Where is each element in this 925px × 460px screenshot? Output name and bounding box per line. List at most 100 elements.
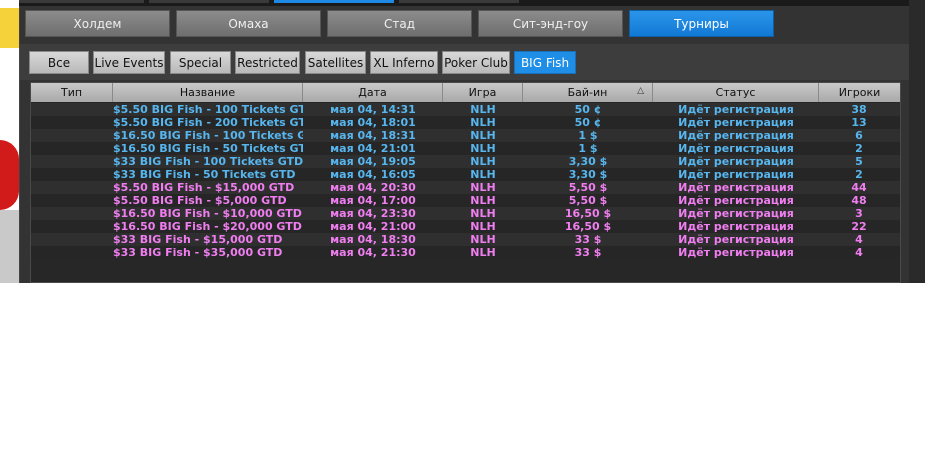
cell-game: NLH xyxy=(470,246,496,259)
filter-xl-inferno[interactable]: XL Inferno xyxy=(370,51,438,74)
column-header-buyin-label: Бай-ин xyxy=(567,86,608,99)
cell-buyin: 3,30 $ xyxy=(568,168,608,181)
cell-status: Идёт регистрация xyxy=(678,233,794,246)
cell-buyin: 50 ¢ xyxy=(574,103,602,116)
sort-ascending-icon: △ xyxy=(637,86,644,96)
column-header-date[interactable]: Дата xyxy=(303,83,443,102)
cell-players: 2 xyxy=(855,142,863,155)
cell-date: мая 04, 21:30 xyxy=(330,246,416,259)
table-header: Тип Название Дата Игра Бай-ин △ Статус И… xyxy=(31,83,900,102)
cell-buyin: 33 $ xyxy=(574,233,602,246)
cell-date: мая 04, 23:30 xyxy=(330,207,416,220)
table-row[interactable]: $16.50 BIG Fish - $10,000 GTD мая 04, 23:… xyxy=(31,207,900,220)
cell-buyin: 3,30 $ xyxy=(568,155,608,168)
tab-sit-and-go[interactable]: Сит-энд-гоу xyxy=(478,10,623,37)
table-row[interactable]: $33 BIG Fish - $35,000 GTD мая 04, 21:30 N… xyxy=(31,246,900,259)
cell-date: мая 04, 19:05 xyxy=(330,155,416,168)
cell-game: NLH xyxy=(470,233,496,246)
column-header-type[interactable]: Тип xyxy=(31,83,113,102)
column-header-name[interactable]: Название xyxy=(113,83,303,102)
cell-game: NLH xyxy=(470,168,496,181)
cell-buyin: 50 ¢ xyxy=(574,116,602,129)
filter-special[interactable]: Special xyxy=(170,51,231,74)
cell-status: Идёт регистрация xyxy=(678,129,794,142)
cell-name: $33 BIG Fish - 100 Tickets GTD xyxy=(113,155,303,168)
cell-players: 4 xyxy=(855,233,863,246)
cell-date: мая 04, 16:05 xyxy=(330,168,416,181)
cell-name: $16.50 BIG Fish - $10,000 GTD xyxy=(113,207,302,220)
cell-date: мая 04, 21:01 xyxy=(330,142,416,155)
cell-buyin: 1 $ xyxy=(578,142,598,155)
cell-buyin: 16,50 $ xyxy=(564,220,612,233)
cell-status: Идёт регистрация xyxy=(678,220,794,233)
top-nav-segment-active[interactable] xyxy=(274,0,394,3)
right-scroll-gutter[interactable] xyxy=(909,0,925,283)
banner-red-shape xyxy=(0,140,19,210)
filter-restricted[interactable]: Restricted xyxy=(235,51,300,74)
column-header-game[interactable]: Игра xyxy=(443,83,523,102)
table-row[interactable]: $5.50 BIG Fish - 200 Tickets GTD мая 04, … xyxy=(31,116,900,129)
tab-omaha[interactable]: Омаха xyxy=(176,10,321,37)
filter-big-fish[interactable]: BIG Fish xyxy=(514,51,576,74)
table-row[interactable]: $33 BIG Fish - $15,000 GTD мая 04, 18:30 N… xyxy=(31,233,900,246)
background-banner-strip xyxy=(0,0,19,283)
cell-date: мая 04, 14:31 xyxy=(330,103,416,116)
table-body: $5.50 BIG Fish - 100 Tickets GTD мая 04, … xyxy=(31,103,900,259)
cell-status: Идёт регистрация xyxy=(678,142,794,155)
cell-players: 13 xyxy=(851,116,867,129)
cell-buyin: 5,50 $ xyxy=(568,181,608,194)
cell-name: $5.50 BIG Fish - 100 Tickets GTD xyxy=(113,103,303,116)
filter-all[interactable]: Все xyxy=(29,51,89,74)
table-row[interactable]: $16.50 BIG Fish - 50 Tickets GTD мая 04, … xyxy=(31,142,900,155)
cell-players: 22 xyxy=(851,220,867,233)
cell-game: NLH xyxy=(470,129,496,142)
cell-name: $33 BIG Fish - $15,000 GTD xyxy=(113,233,283,246)
filter-poker-club[interactable]: Poker Club xyxy=(442,51,510,74)
table-row[interactable]: $16.50 BIG Fish - 100 Tickets G... мая 04… xyxy=(31,129,900,142)
banner-yellow-shape xyxy=(0,8,19,48)
cell-date: мая 04, 20:30 xyxy=(330,181,416,194)
cell-name: $5.50 BIG Fish - 200 Tickets GTD xyxy=(113,116,303,129)
filter-live-events[interactable]: Live Events xyxy=(93,51,165,74)
cell-game: NLH xyxy=(470,116,496,129)
table-row[interactable]: $16.50 BIG Fish - $20,000 GTD мая 04, 21:… xyxy=(31,220,900,233)
cell-game: NLH xyxy=(470,142,496,155)
column-header-players[interactable]: Игроки xyxy=(819,83,900,102)
tab-stud[interactable]: Стад xyxy=(327,10,472,37)
cell-players: 44 xyxy=(851,181,867,194)
cell-game: NLH xyxy=(470,194,496,207)
cell-players: 6 xyxy=(855,129,863,142)
column-header-buyin[interactable]: Бай-ин △ xyxy=(523,83,653,102)
filter-satellites[interactable]: Satellites xyxy=(305,51,366,74)
cell-players: 5 xyxy=(855,155,863,168)
cell-game: NLH xyxy=(470,181,496,194)
table-row[interactable]: $5.50 BIG Fish - $15,000 GTD мая 04, 20:3… xyxy=(31,181,900,194)
tab-tournaments[interactable]: Турниры xyxy=(629,10,774,37)
cell-status: Идёт регистрация xyxy=(678,194,794,207)
cell-buyin: 1 $ xyxy=(578,129,598,142)
cell-players: 4 xyxy=(855,246,863,259)
cell-name: $16.50 BIG Fish - 50 Tickets GTD xyxy=(113,142,303,155)
cell-name: $33 BIG Fish - 50 Tickets GTD xyxy=(113,168,296,181)
tournament-filter-bar: Все Live Events Special Restricted Satel… xyxy=(20,44,910,80)
cell-players: 48 xyxy=(851,194,867,207)
table-row[interactable]: $33 BIG Fish - 50 Tickets GTD мая 04, 16:… xyxy=(31,168,900,181)
table-row[interactable]: $5.50 BIG Fish - 100 Tickets GTD мая 04, … xyxy=(31,103,900,116)
tab-holdem[interactable]: Холдем xyxy=(25,10,170,37)
cell-game: NLH xyxy=(470,103,496,116)
cell-name: $16.50 BIG Fish - 100 Tickets G... xyxy=(113,129,303,142)
top-nav-segment[interactable] xyxy=(399,0,519,3)
table-row[interactable]: $5.50 BIG Fish - $5,000 GTD мая 04, 17:00… xyxy=(31,194,900,207)
top-nav-segment[interactable] xyxy=(19,0,144,3)
banner-grey-shape xyxy=(0,210,19,283)
column-header-status[interactable]: Статус xyxy=(653,83,819,102)
cell-date: мая 04, 18:31 xyxy=(330,129,416,142)
top-nav-segment[interactable] xyxy=(149,0,269,3)
cell-name: $5.50 BIG Fish - $15,000 GTD xyxy=(113,181,295,194)
cell-players: 38 xyxy=(851,103,867,116)
cell-buyin: 5,50 $ xyxy=(568,194,608,207)
poker-lobby-window: Холдем Омаха Стад Сит-энд-гоу Турниры Вс… xyxy=(0,0,925,283)
table-row[interactable]: $33 BIG Fish - 100 Tickets GTD мая 04, 19… xyxy=(31,155,900,168)
lobby-main-panel: Холдем Омаха Стад Сит-энд-гоу Турниры Вс… xyxy=(19,6,910,283)
cell-date: мая 04, 17:00 xyxy=(330,194,416,207)
